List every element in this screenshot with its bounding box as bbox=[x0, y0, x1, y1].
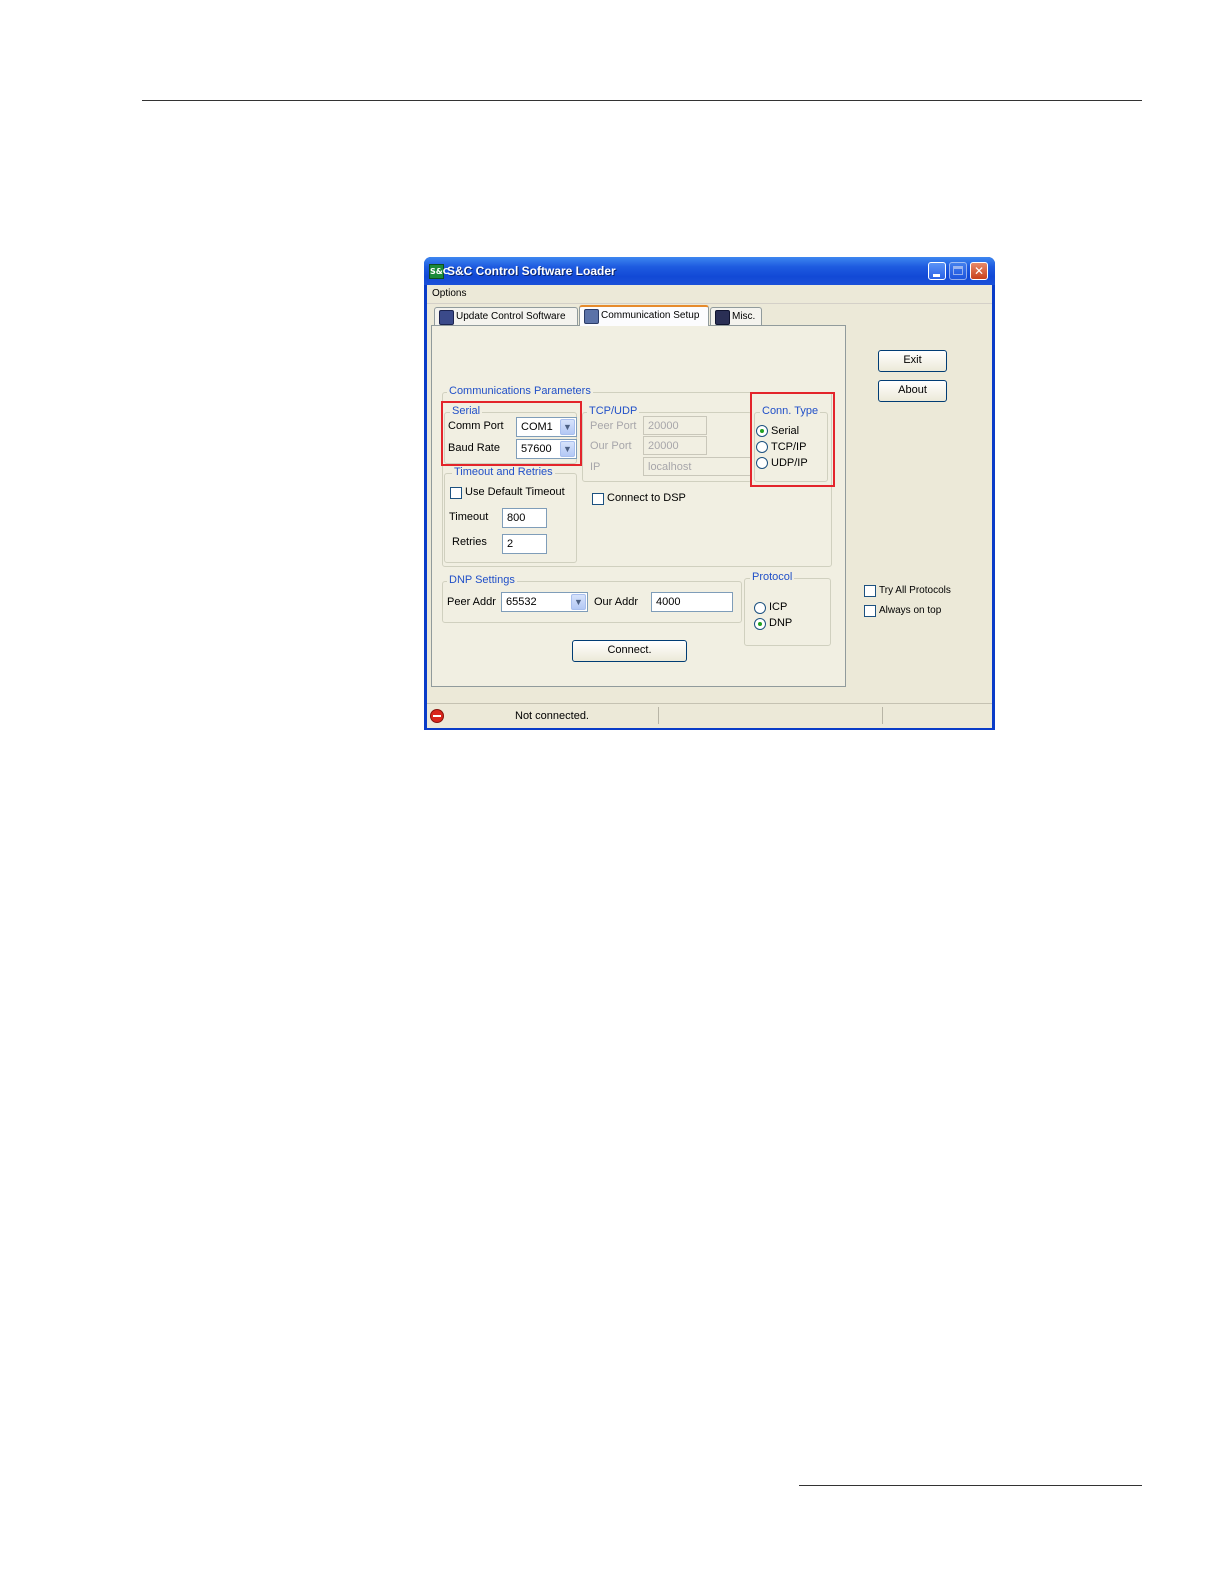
communication-setup-panel: Communications Parameters Serial Comm Po… bbox=[431, 325, 846, 687]
protocol-icp-label: ICP bbox=[769, 601, 788, 613]
page-bottom-rule bbox=[799, 1485, 1142, 1486]
peer-port-label: Peer Port bbox=[590, 420, 637, 432]
misc-icon bbox=[715, 310, 730, 325]
our-addr-input[interactable]: 4000 bbox=[651, 592, 733, 612]
monitor-icon bbox=[439, 310, 454, 325]
close-icon: ✕ bbox=[973, 264, 985, 278]
protocol-dnp-label: DNP bbox=[769, 617, 793, 629]
status-divider bbox=[658, 707, 659, 724]
protocol-label: Protocol bbox=[750, 571, 795, 583]
protocol-dnp-radio[interactable] bbox=[754, 618, 766, 630]
use-default-timeout-checkbox[interactable] bbox=[450, 487, 462, 499]
our-port-input[interactable]: 20000 bbox=[643, 436, 707, 455]
maximize-icon bbox=[953, 266, 963, 275]
page-top-rule bbox=[142, 100, 1142, 101]
maximize-button[interactable] bbox=[949, 262, 967, 280]
always-on-top-checkbox[interactable] bbox=[864, 605, 876, 617]
connection-status-text: Not connected. bbox=[515, 710, 589, 722]
about-button[interactable]: About bbox=[878, 380, 947, 402]
connect-button[interactable]: Connect. bbox=[572, 640, 687, 662]
peer-addr-select[interactable]: 65532 ▼ bbox=[501, 592, 588, 612]
our-port-label: Our Port bbox=[590, 440, 632, 452]
app-window: S&C S&C Control Software Loader ✕ Option… bbox=[424, 257, 995, 730]
title-bar[interactable]: S&C S&C Control Software Loader ✕ bbox=[424, 257, 995, 285]
always-on-top-label: Always on top bbox=[879, 605, 942, 616]
status-bar: Not connected. bbox=[427, 703, 992, 728]
peer-addr-label: Peer Addr bbox=[447, 596, 496, 608]
use-default-timeout-label: Use Default Timeout bbox=[465, 486, 565, 498]
menu-options[interactable]: Options bbox=[432, 288, 466, 299]
status-divider bbox=[882, 707, 883, 724]
tab-misc[interactable]: Misc. bbox=[710, 307, 762, 325]
peer-port-input[interactable]: 20000 bbox=[643, 416, 707, 435]
connect-to-dsp-checkbox[interactable] bbox=[592, 493, 604, 505]
our-addr-label: Our Addr bbox=[594, 596, 639, 608]
menu-bar: Options bbox=[427, 285, 992, 304]
exit-button[interactable]: Exit bbox=[878, 350, 947, 372]
chevron-down-icon[interactable]: ▼ bbox=[571, 594, 586, 610]
protocol-icp-radio[interactable] bbox=[754, 602, 766, 614]
try-all-protocols-label: Try All Protocols bbox=[879, 585, 951, 596]
tab-update-control-software[interactable]: Update Control Software bbox=[434, 307, 578, 325]
connect-to-dsp-label: Connect to DSP bbox=[607, 492, 686, 504]
timeout-input[interactable]: 800 bbox=[502, 508, 547, 528]
communications-parameters-label: Communications Parameters bbox=[447, 385, 593, 397]
retries-input[interactable]: 2 bbox=[502, 534, 547, 554]
tcp-udp-label: TCP/UDP bbox=[587, 405, 640, 417]
ip-label: IP bbox=[590, 461, 601, 473]
app-icon: S&C bbox=[429, 264, 449, 279]
try-all-protocols-checkbox[interactable] bbox=[864, 585, 876, 597]
timeout-retries-label: Timeout and Retries bbox=[452, 466, 555, 478]
window-title: S&C Control Software Loader bbox=[447, 264, 616, 278]
conn-type-highlight-box bbox=[750, 392, 835, 487]
dnp-settings-label: DNP Settings bbox=[447, 574, 517, 586]
serial-highlight-box bbox=[441, 401, 582, 466]
retries-label: Retries bbox=[452, 536, 487, 548]
client-area: Options Update Control Software Communic… bbox=[427, 285, 992, 728]
connection-icon bbox=[584, 309, 599, 324]
tab-communication-setup[interactable]: Communication Setup bbox=[579, 305, 709, 326]
stop-icon bbox=[430, 709, 444, 723]
minimize-button[interactable] bbox=[928, 262, 946, 280]
close-button[interactable]: ✕ bbox=[970, 262, 988, 280]
timeout-label: Timeout bbox=[449, 511, 489, 523]
minimize-icon bbox=[933, 274, 940, 277]
ip-input[interactable]: localhost bbox=[643, 457, 751, 476]
